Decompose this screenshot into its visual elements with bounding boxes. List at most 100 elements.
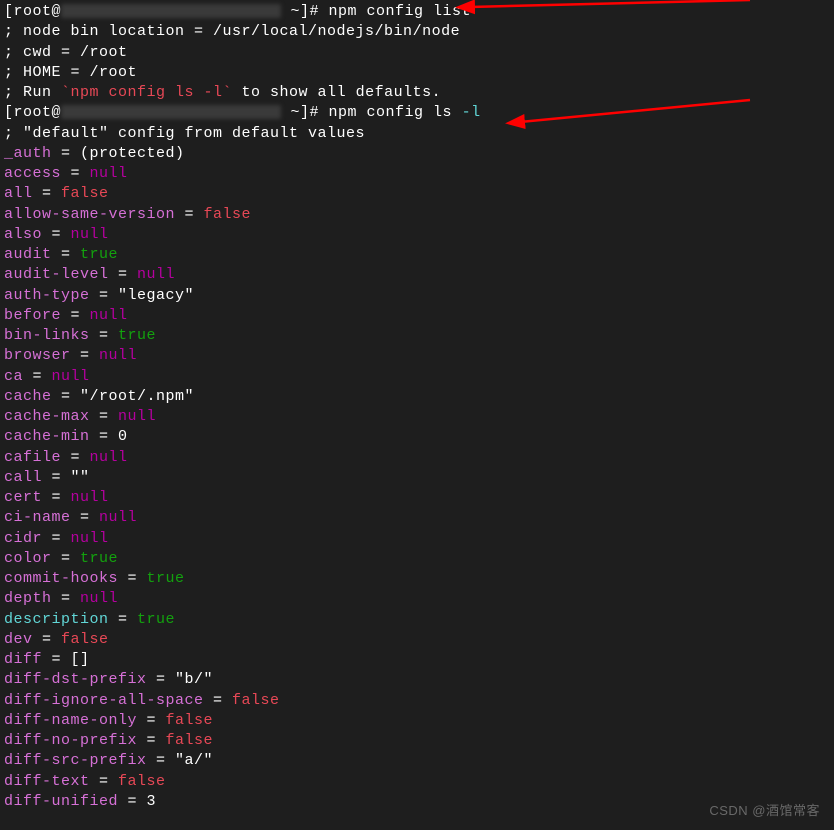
prompt-line-1: [root@ ~]# npm config list — [4, 2, 830, 22]
config-value: null — [71, 489, 109, 506]
config-audit: audit = true — [4, 245, 830, 265]
default-header: ; "default" config from default values — [4, 124, 830, 144]
config-before: before = null — [4, 306, 830, 326]
config-value: null — [99, 347, 137, 364]
config-cache-min: cache-min = 0 — [4, 427, 830, 447]
config-key: auth-type — [4, 287, 90, 304]
config-key: also — [4, 226, 42, 243]
config-value: (protected) — [80, 145, 185, 162]
config-audit-level: audit-level = null — [4, 265, 830, 285]
config-diff-text: diff-text = false — [4, 772, 830, 792]
config-value: false — [204, 206, 252, 223]
config-value: "b/" — [175, 671, 213, 688]
config-key: ci-name — [4, 509, 71, 526]
config-diff-unified: diff-unified = 3 — [4, 792, 830, 812]
redacted-hostname — [61, 4, 281, 18]
config-key: bin-links — [4, 327, 90, 344]
config-commit-hooks: commit-hooks = true — [4, 569, 830, 589]
config-key: audit — [4, 246, 52, 263]
config-key: cache-max — [4, 408, 90, 425]
config-cache: cache = "/root/.npm" — [4, 387, 830, 407]
config-value: null — [118, 408, 156, 425]
config-key: cache — [4, 388, 52, 405]
config-key: access — [4, 165, 61, 182]
config-value: "" — [71, 469, 90, 486]
config-key: diff-no-prefix — [4, 732, 137, 749]
output-node_bin: ; node bin location = /usr/local/nodejs/… — [4, 22, 830, 42]
config-_auth: _auth = (protected) — [4, 144, 830, 164]
command-2-flag: -l — [462, 104, 481, 121]
config-key: cidr — [4, 530, 42, 547]
config-diff: diff = [] — [4, 650, 830, 670]
config-description: description = true — [4, 610, 830, 630]
config-dev: dev = false — [4, 630, 830, 650]
config-value: "legacy" — [118, 287, 194, 304]
prompt-user: [root@ — [4, 3, 61, 20]
config-bin-links: bin-links = true — [4, 326, 830, 346]
prompt-line-2: [root@ ~]# npm config ls -l — [4, 103, 830, 123]
config-key: diff-dst-prefix — [4, 671, 147, 688]
config-browser: browser = null — [4, 346, 830, 366]
command-1: npm config list — [329, 3, 472, 20]
config-diff-no-prefix: diff-no-prefix = false — [4, 731, 830, 751]
config-key: commit-hooks — [4, 570, 118, 587]
config-key: cache-min — [4, 428, 90, 445]
config-cidr: cidr = null — [4, 529, 830, 549]
config-value: "/root/.npm" — [80, 388, 194, 405]
config-key: depth — [4, 590, 52, 607]
terminal-output: [root@ ~]# npm config list; node bin loc… — [4, 2, 830, 812]
config-key: diff-unified — [4, 793, 118, 810]
config-auth-type: auth-type = "legacy" — [4, 286, 830, 306]
config-key: audit-level — [4, 266, 109, 283]
config-diff-src-prefix: diff-src-prefix = "a/" — [4, 751, 830, 771]
config-diff-dst-prefix: diff-dst-prefix = "b/" — [4, 670, 830, 690]
config-key: call — [4, 469, 42, 486]
prompt-path: ~]# — [281, 104, 329, 121]
config-key: diff-src-prefix — [4, 752, 147, 769]
config-value: null — [90, 165, 128, 182]
config-key: browser — [4, 347, 71, 364]
config-value: null — [90, 307, 128, 324]
config-cert: cert = null — [4, 488, 830, 508]
config-value: null — [99, 509, 137, 526]
config-value: false — [118, 773, 166, 790]
output-cwd: ; cwd = /root — [4, 43, 830, 63]
config-value: 0 — [118, 428, 128, 445]
config-value: false — [166, 732, 214, 749]
config-value: false — [61, 185, 109, 202]
config-diff-ignore-all-space: diff-ignore-all-space = false — [4, 691, 830, 711]
config-ca: ca = null — [4, 367, 830, 387]
config-also: also = null — [4, 225, 830, 245]
config-all: all = false — [4, 184, 830, 204]
config-value: null — [71, 226, 109, 243]
config-access: access = null — [4, 164, 830, 184]
config-value: true — [80, 550, 118, 567]
watermark: CSDN @酒馆常客 — [709, 802, 820, 820]
config-key: diff — [4, 651, 42, 668]
config-key: diff-ignore-all-space — [4, 692, 204, 709]
config-value: null — [71, 530, 109, 547]
config-key: diff-text — [4, 773, 90, 790]
config-value: [] — [71, 651, 90, 668]
config-call: call = "" — [4, 468, 830, 488]
config-key: all — [4, 185, 33, 202]
config-depth: depth = null — [4, 589, 830, 609]
config-diff-name-only: diff-name-only = false — [4, 711, 830, 731]
config-value: "a/" — [175, 752, 213, 769]
config-value: false — [166, 712, 214, 729]
config-key: before — [4, 307, 61, 324]
config-value: true — [147, 570, 185, 587]
command-2: npm config ls — [329, 104, 462, 121]
config-key: color — [4, 550, 52, 567]
redacted-hostname — [61, 105, 281, 119]
config-key: diff-name-only — [4, 712, 137, 729]
config-color: color = true — [4, 549, 830, 569]
config-cache-max: cache-max = null — [4, 407, 830, 427]
config-ci-name: ci-name = null — [4, 508, 830, 528]
config-key: dev — [4, 631, 33, 648]
config-key: allow-same-version — [4, 206, 175, 223]
config-key: cert — [4, 489, 42, 506]
config-key: ca — [4, 368, 23, 385]
config-value: null — [137, 266, 175, 283]
config-key: description — [4, 611, 109, 628]
